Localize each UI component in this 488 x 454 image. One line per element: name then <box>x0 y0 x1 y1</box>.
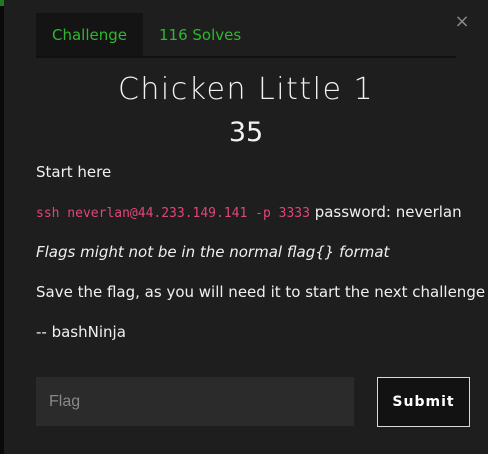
submit-button[interactable]: Submit <box>377 377 470 427</box>
close-icon[interactable]: × <box>454 13 470 31</box>
description-signature: -- bashNinja <box>36 323 126 341</box>
modal-tabs: Challenge 116 Solves <box>36 13 456 58</box>
ssh-command-code: ssh neverlan@44.233.149.141 -p 3333 <box>36 206 310 221</box>
tab-solves[interactable]: 116 Solves <box>143 13 257 56</box>
description-note: Flags might not be in the normal flag{} … <box>36 243 390 261</box>
description-ssh-line: ssh neverlan@44.233.149.141 -p 3333 pass… <box>36 203 468 221</box>
tab-challenge[interactable]: Challenge <box>36 13 143 56</box>
challenge-title: Chicken Little 1 <box>117 72 375 107</box>
description-instruction: Save the flag, as you will need it to st… <box>36 283 486 301</box>
description-start: Start here <box>36 163 112 181</box>
challenge-points: 35 <box>228 117 264 148</box>
challenge-modal: × Challenge 116 Solves Chicken Little 1 … <box>4 0 488 454</box>
password-text: password: neverlan <box>309 203 462 221</box>
flag-input[interactable] <box>36 377 354 426</box>
